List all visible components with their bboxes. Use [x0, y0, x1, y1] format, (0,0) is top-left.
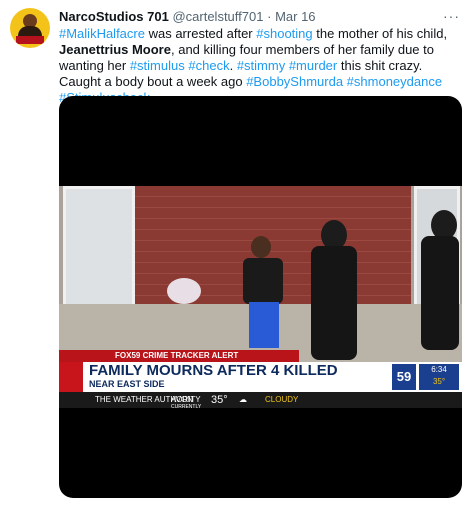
- hashtag-link[interactable]: #murder: [289, 58, 337, 73]
- tweet-card[interactable]: NarcoStudios 701 @cartelstuff701 · Mar 1…: [0, 0, 474, 508]
- hashtag-link[interactable]: #shmoneydance: [347, 74, 442, 89]
- news-lower-third: FAMILY MOURNS AFTER 4 KILLED NEAR EAST S…: [59, 362, 462, 392]
- officer-figure: [311, 220, 357, 360]
- hashtag-link[interactable]: #MalikHalfacre: [59, 26, 145, 41]
- time-temp-box: 6:34 35°: [419, 364, 459, 390]
- tweet-text-run: was arrested after: [144, 26, 257, 41]
- ticker-condition: CLOUDY: [265, 395, 299, 404]
- header-separator: ·: [267, 9, 272, 24]
- news-alert-bar: FOX59 CRIME TRACKER ALERT: [59, 350, 299, 362]
- more-options-icon[interactable]: ···: [443, 8, 460, 24]
- figure-shirt: [243, 258, 283, 304]
- avatar-badge: [16, 36, 44, 44]
- user-handle[interactable]: @cartelstuff701: [172, 9, 263, 24]
- user-avatar[interactable]: [10, 8, 50, 48]
- tweet-video[interactable]: FOX59 CRIME TRACKER ALERT FAMILY MOURNS …: [59, 96, 462, 498]
- news-headline: FAMILY MOURNS AFTER 4 KILLED: [89, 362, 338, 379]
- cloud-icon: ☁: [239, 395, 247, 404]
- figure-head: [251, 236, 271, 258]
- tweet-text: #MalikHalfacre was arrested after #shoot…: [59, 26, 464, 106]
- ticker-temp: 35°: [211, 394, 228, 406]
- ticker-label: CURRENTLY: [171, 404, 202, 410]
- officer-body: [421, 236, 459, 350]
- video-frame: [59, 186, 462, 362]
- tweet-date[interactable]: Mar 16: [275, 9, 315, 24]
- hashtag-link[interactable]: #BobbyShmurda: [246, 74, 343, 89]
- tweet-text-run: .: [229, 58, 237, 73]
- station-logo: 59: [392, 364, 416, 390]
- officer-body: [311, 246, 357, 360]
- arrested-man-figure: [243, 236, 283, 348]
- news-subline: NEAR EAST SIDE: [89, 379, 165, 389]
- hashtag-link[interactable]: #stimulus: [130, 58, 185, 73]
- figure-pants: [249, 302, 279, 348]
- news-time: 6:34: [431, 365, 447, 374]
- hashtag-link[interactable]: #check: [188, 58, 229, 73]
- tweet-header: NarcoStudios 701 @cartelstuff701 · Mar 1…: [59, 9, 316, 24]
- news-temp: 35°: [432, 377, 446, 386]
- hashtag-link[interactable]: #stimmy: [237, 58, 285, 73]
- flowers: [167, 278, 201, 304]
- hashtag-link[interactable]: #shooting: [256, 26, 312, 41]
- weather-ticker: THE WEATHER AUTHORITY AVON CURRENTLY 35°…: [59, 392, 462, 410]
- officer-figure: [421, 210, 459, 350]
- banner-accent: [59, 362, 83, 392]
- bold-name: Jeanettrius Moore: [59, 42, 171, 57]
- tweet-text-run: the mother of his child,: [312, 26, 448, 41]
- display-name[interactable]: NarcoStudios 701: [59, 9, 169, 24]
